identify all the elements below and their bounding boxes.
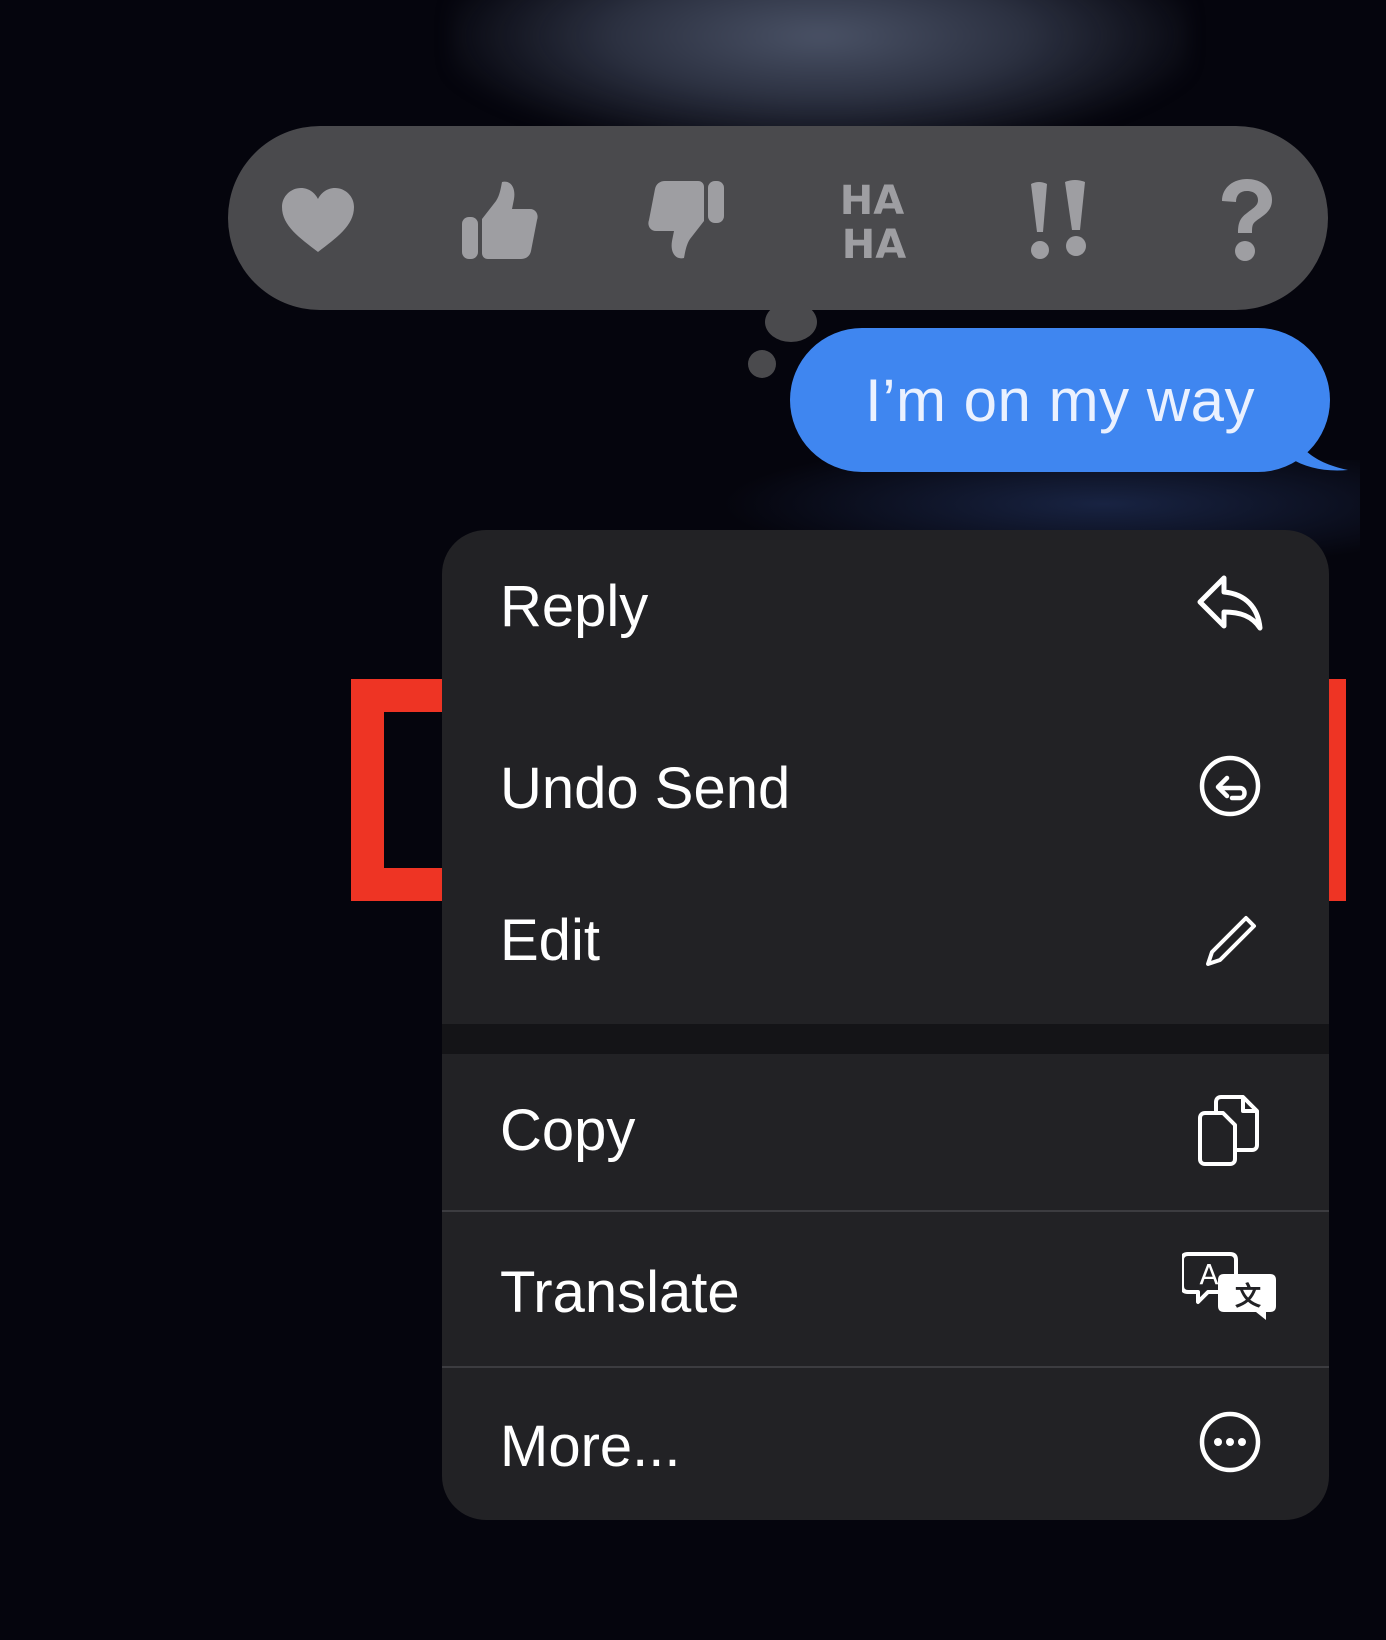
tapback-thumbs-down[interactable] bbox=[636, 170, 736, 270]
menu-item-label: Edit bbox=[500, 908, 600, 973]
exclamation-icon bbox=[1031, 180, 1086, 259]
tapback-exclamation[interactable] bbox=[1010, 170, 1110, 270]
highlight-box-notch bbox=[384, 712, 442, 868]
menu-item-label: Reply bbox=[500, 574, 649, 639]
copy-icon bbox=[1190, 1090, 1270, 1170]
svg-text:A: A bbox=[1199, 1258, 1218, 1291]
message-bubble-tail bbox=[1290, 420, 1348, 471]
tapback-bar bbox=[228, 126, 1328, 310]
tapback-heart[interactable] bbox=[268, 170, 368, 270]
svg-text:文: 文 bbox=[1235, 1281, 1262, 1312]
ellipsis-circle-icon bbox=[1190, 1402, 1270, 1482]
thumbs-down-icon bbox=[648, 181, 724, 259]
context-menu: Reply Undo Send Edit Copy Translate A 文 … bbox=[442, 530, 1329, 1520]
pencil-icon bbox=[1190, 902, 1270, 982]
menu-item-reply[interactable]: Reply bbox=[442, 530, 1329, 680]
tapback-haha[interactable]: HA HA bbox=[822, 170, 922, 270]
message-text: I’m on my way bbox=[865, 366, 1255, 434]
haha-icon: HA HA bbox=[840, 178, 906, 264]
tapback-thumbs-up[interactable] bbox=[450, 170, 550, 270]
translate-icon: A 文 bbox=[1180, 1246, 1280, 1326]
menu-item-label: Translate bbox=[500, 1260, 740, 1325]
svg-text:HA: HA bbox=[840, 178, 904, 224]
undo-circle-icon bbox=[1190, 746, 1270, 826]
menu-item-translate[interactable]: Translate A 文 bbox=[442, 1212, 1329, 1368]
thumbs-up-icon bbox=[462, 181, 538, 259]
menu-section-gap bbox=[442, 1024, 1329, 1054]
tapback-bar-tail-dot bbox=[748, 350, 776, 378]
menu-item-more[interactable]: More... bbox=[442, 1368, 1329, 1520]
question-icon bbox=[1222, 179, 1272, 261]
menu-item-label: Copy bbox=[500, 1098, 636, 1163]
menu-item-undo-send[interactable]: Undo Send bbox=[442, 718, 1329, 854]
message-bubble[interactable]: I’m on my way bbox=[790, 328, 1330, 472]
tapback-question[interactable] bbox=[1196, 170, 1296, 270]
menu-item-edit[interactable]: Edit bbox=[442, 870, 1329, 1024]
heart-icon bbox=[282, 188, 354, 252]
reply-arrow-icon bbox=[1190, 563, 1270, 643]
menu-item-label: More... bbox=[500, 1414, 681, 1479]
menu-item-copy[interactable]: Copy bbox=[442, 1054, 1329, 1210]
tapback-bar-tail bbox=[765, 302, 817, 342]
svg-text:HA: HA bbox=[842, 222, 906, 264]
menu-item-label: Undo Send bbox=[500, 756, 791, 821]
